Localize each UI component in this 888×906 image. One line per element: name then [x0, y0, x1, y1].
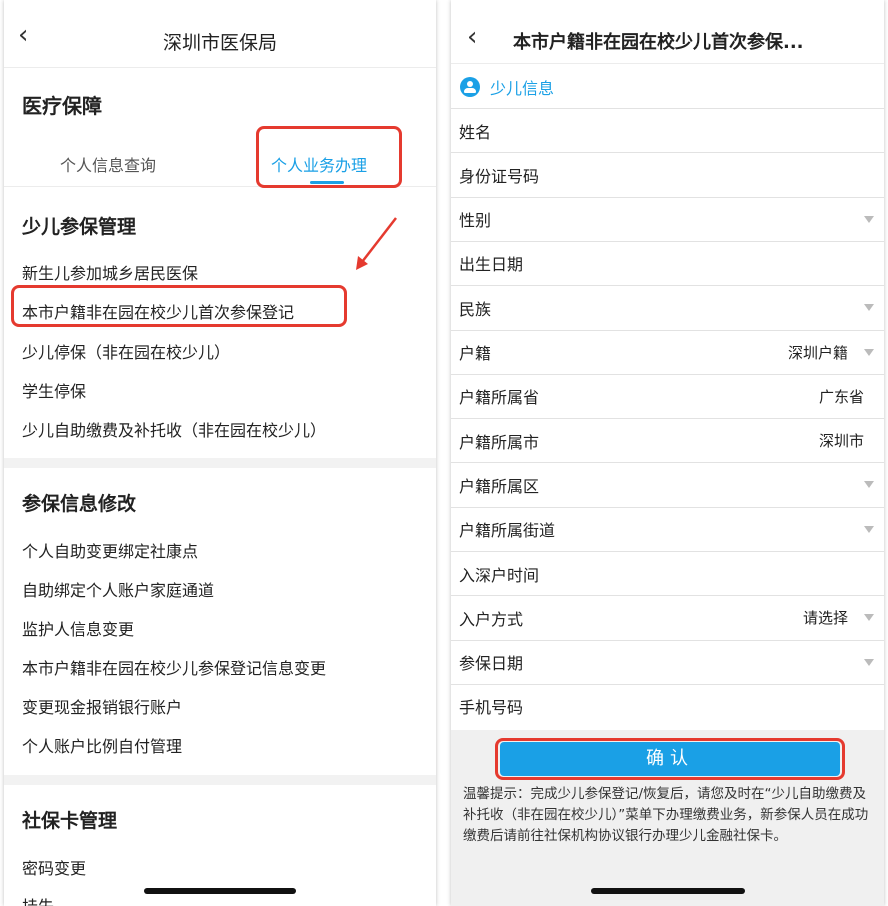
- form-row[interactable]: 户籍所属省 广东省: [451, 373, 884, 418]
- dropdown-arrow-icon[interactable]: [864, 481, 874, 489]
- form-row[interactable]: 身份证号码: [451, 152, 884, 196]
- form-row[interactable]: 户籍所属街道: [451, 506, 884, 551]
- list-item[interactable]: 少儿停保（非在园在校少儿）: [22, 339, 230, 363]
- list-item[interactable]: 密码变更: [22, 855, 86, 879]
- back-icon[interactable]: ‹: [467, 22, 477, 52]
- form-row[interactable]: 姓名: [451, 108, 884, 152]
- group-title-card: 社保卡管理: [22, 810, 118, 832]
- form-row[interactable]: 性别: [451, 196, 884, 241]
- section-divider: [4, 458, 436, 468]
- form-field-label: 户籍所属街道: [459, 521, 556, 541]
- list-item[interactable]: 新生儿参加城乡居民医保: [22, 260, 198, 284]
- dropdown-arrow-icon[interactable]: [864, 525, 874, 533]
- home-indicator: [591, 888, 745, 894]
- home-indicator: [144, 888, 296, 894]
- form-field-value[interactable]: 深圳市: [819, 430, 864, 451]
- section-title-medical: 医疗保障: [22, 94, 102, 118]
- top-nav-bar: ‹ 深圳市医保局: [4, 0, 436, 68]
- list-item[interactable]: 本市户籍非在园在校少儿参保登记信息变更: [22, 655, 326, 679]
- form-field-label: 户籍所属市: [459, 432, 540, 452]
- dropdown-arrow-icon[interactable]: [864, 614, 874, 622]
- form-row[interactable]: 参保日期: [451, 639, 884, 684]
- top-nav-bar: ‹ 本市户籍非在园在校少儿首次参保...: [451, 0, 884, 64]
- form-field-label: 性别: [459, 211, 492, 231]
- form-field-value[interactable]: 请选择: [803, 607, 848, 628]
- highlight-box-tab: [256, 126, 402, 188]
- group-title-insurance-info: 参保信息修改: [22, 493, 137, 515]
- form-field-label: 入深户时间: [459, 565, 540, 585]
- form-field-value[interactable]: 广东省: [819, 386, 864, 407]
- form-row[interactable]: 户籍 深圳户籍: [451, 329, 884, 374]
- list-item[interactable]: 学生停保: [22, 378, 86, 402]
- dropdown-arrow-icon[interactable]: [864, 348, 874, 356]
- child-info-header: 少儿信息: [460, 74, 554, 100]
- page-title: 深圳市医保局: [162, 32, 277, 54]
- highlight-box-confirm: [495, 738, 845, 780]
- form-field-label: 入户方式: [459, 609, 524, 629]
- form-field-label: 身份证号码: [459, 166, 540, 186]
- form-row[interactable]: 入户方式 请选择: [451, 595, 884, 639]
- page-title: 本市户籍非在园在校少儿首次参保...: [513, 32, 804, 53]
- form-field-label: 户籍所属省: [459, 388, 540, 408]
- person-icon: [460, 77, 480, 97]
- list-item[interactable]: 挂失: [22, 893, 54, 906]
- form-field-label: 户籍: [459, 344, 492, 363]
- group-title-child-insurance: 少儿参保管理: [22, 216, 137, 238]
- form-row[interactable]: 户籍所属区: [451, 462, 884, 506]
- list-item[interactable]: 个人自助变更绑定社康点: [22, 538, 198, 562]
- left-screen: ‹ 深圳市医保局 医疗保障 个人信息查询 个人业务办理 少儿参保管理 新生儿参加…: [4, 0, 436, 906]
- form-row[interactable]: 手机号码: [451, 683, 884, 728]
- form-field-label: 户籍所属区: [459, 476, 540, 496]
- form-row[interactable]: 户籍所属市 深圳市: [451, 418, 884, 462]
- form-field-label: 出生日期: [459, 255, 524, 275]
- list-item[interactable]: 个人账户比例自付管理: [22, 733, 182, 757]
- section-divider: [4, 775, 436, 785]
- dropdown-arrow-icon[interactable]: [864, 215, 874, 223]
- arrow-annotation-icon: [356, 217, 397, 270]
- form-row[interactable]: 民族: [451, 285, 884, 329]
- form-row[interactable]: 入深户时间: [451, 551, 884, 595]
- dropdown-arrow-icon[interactable]: [864, 304, 874, 312]
- tab-personal-info[interactable]: 个人信息查询: [60, 152, 156, 176]
- highlight-box-item: [11, 285, 347, 327]
- list-item[interactable]: 少儿自助缴费及补托收（非在园在校少儿）: [22, 417, 326, 441]
- list-item[interactable]: 监护人信息变更: [22, 616, 134, 640]
- form-field-label: 民族: [459, 299, 492, 319]
- list-item[interactable]: 变更现金报销银行账户: [22, 694, 182, 718]
- right-screen: ‹ 本市户籍非在园在校少儿首次参保... 少儿信息 姓名身份证号码性别出生日期民…: [451, 0, 884, 906]
- dropdown-arrow-icon[interactable]: [864, 658, 874, 666]
- child-info-label: 少儿信息: [490, 79, 555, 98]
- form-field-label: 手机号码: [459, 698, 524, 718]
- notice-text: 温馨提示：完成少儿参保登记/恢复后，请您及时在“少儿自助缴费及补托收（非在园在校…: [463, 786, 869, 844]
- form-field-value[interactable]: 深圳户籍: [788, 342, 848, 363]
- form-field-label: 姓名: [459, 122, 492, 142]
- form-field-label: 参保日期: [459, 654, 524, 674]
- list-item[interactable]: 自助绑定个人账户家庭通道: [22, 577, 214, 601]
- form-row[interactable]: 出生日期: [451, 240, 884, 285]
